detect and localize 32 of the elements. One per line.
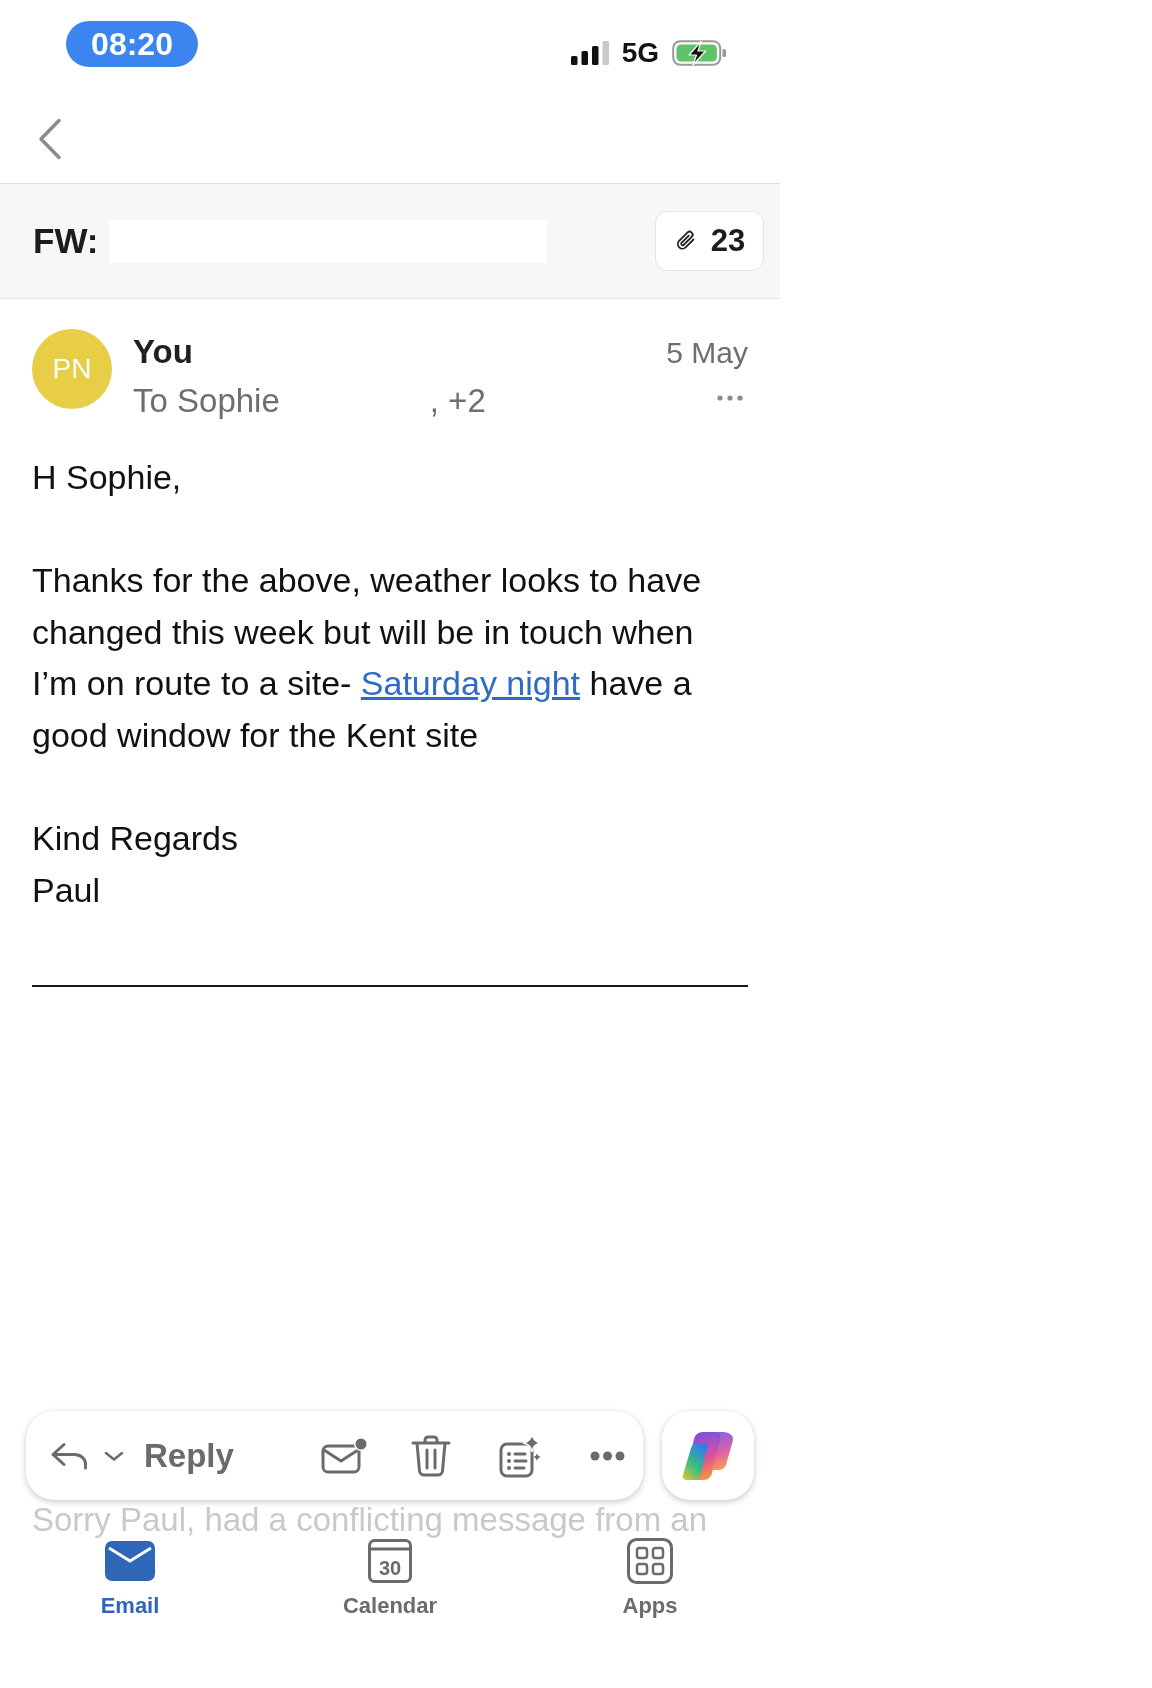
envelope-icon	[105, 1541, 155, 1581]
envelope-dot-icon[interactable]	[320, 1437, 368, 1474]
recipient-count: , +2	[429, 381, 486, 421]
message-paragraph: H Sophie,	[32, 457, 183, 498]
email-tab[interactable]: Email	[0, 1538, 260, 1619]
trash-icon[interactable]	[410, 1434, 451, 1477]
text-link[interactable]: Saturday night	[360, 664, 581, 703]
assistant-button[interactable]	[662, 1411, 754, 1500]
attachments-button[interactable]: 23	[655, 211, 764, 271]
recipient-text: To Sophie	[133, 381, 280, 421]
grid-icon	[627, 1538, 673, 1584]
status-time: 08:20	[66, 21, 198, 67]
battery-charging-icon	[672, 40, 727, 66]
sender-name: You	[133, 332, 194, 372]
avatar: PN	[32, 329, 112, 409]
network-label: 5G	[621, 39, 659, 67]
subject-prefix: FW:	[33, 219, 99, 262]
message-paragraph: Thanks for the above, weather looks to have changed this week but will be in touch when I’m on route to a site- Saturday night have a good window for the Kent site	[32, 560, 703, 756]
signature-line: Paul	[32, 869, 102, 911]
gradient-logo-icon	[681, 1429, 735, 1482]
reply-arrow-icon	[50, 1441, 88, 1470]
calendar-tab[interactable]: 30 Calendar	[260, 1538, 520, 1619]
more-icon[interactable]	[589, 1450, 625, 1461]
back-icon[interactable]	[38, 118, 62, 160]
caret-icon	[104, 1450, 124, 1461]
more-icon[interactable]	[717, 395, 743, 401]
signal-icon	[570, 41, 609, 65]
message-date: 5 May	[666, 335, 748, 371]
reply-button[interactable]: Reply	[50, 1430, 234, 1481]
apps-tab[interactable]: Apps	[520, 1538, 780, 1619]
calendar-icon: 30	[368, 1539, 412, 1583]
signature-line: Kind Regards	[32, 818, 239, 860]
